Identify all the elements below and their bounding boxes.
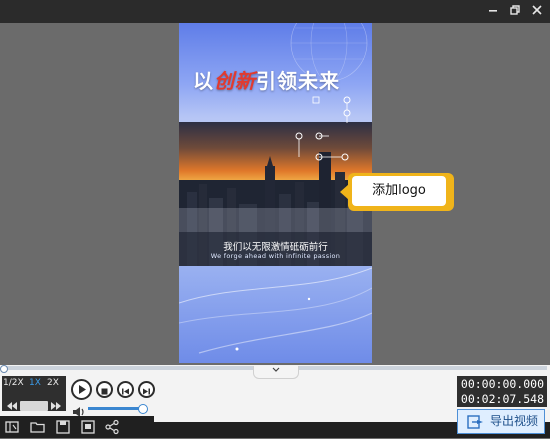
logo-placement-handles[interactable]: [179, 93, 372, 123]
collapse-toggle[interactable]: [253, 366, 299, 379]
add-logo-callout[interactable]: 添加logo: [348, 173, 454, 211]
share-icon[interactable]: [104, 419, 120, 435]
prev-frame-button[interactable]: [117, 381, 134, 398]
restore-icon[interactable]: [504, 0, 526, 23]
chevron-down-icon: [272, 367, 280, 372]
play-icon: [79, 385, 86, 394]
save-icon[interactable]: [55, 419, 71, 435]
video-subtitle-en: We forge ahead with infinite passion: [210, 252, 341, 260]
volume-slider[interactable]: [88, 407, 142, 410]
title-bar: [0, 0, 550, 23]
add-logo-label[interactable]: 添加logo: [352, 176, 446, 206]
minimize-icon[interactable]: [482, 0, 504, 23]
stop-icon: [101, 388, 108, 395]
close-icon[interactable]: [526, 0, 548, 23]
save-as-icon[interactable]: [80, 419, 96, 435]
export-icon: [467, 415, 483, 429]
next-frame-button[interactable]: [138, 381, 155, 398]
next-frame-icon: [143, 388, 150, 395]
export-video-button[interactable]: 导出视频: [457, 409, 545, 434]
speed-normal[interactable]: 1X: [25, 378, 45, 388]
open-folder-icon[interactable]: [30, 419, 46, 435]
speed-half[interactable]: 1/2X: [3, 378, 24, 388]
light-streaks: [179, 267, 372, 354]
seek-forward-icon[interactable]: [51, 402, 61, 410]
stop-button[interactable]: [96, 381, 113, 398]
current-time: 00:00:00.000: [460, 377, 544, 391]
timecode-display: 00:00:00.000 00:02:07.548: [457, 376, 547, 407]
speed-double[interactable]: 2X: [43, 378, 63, 388]
prev-frame-icon: [122, 388, 129, 395]
volume-knob[interactable]: [138, 404, 148, 414]
video-headline: 以创新引领未来: [193, 69, 340, 93]
fine-seek-row: [4, 397, 64, 411]
seek-back-icon[interactable]: [7, 402, 17, 410]
timeline-playhead[interactable]: [0, 365, 8, 373]
export-label: 导出视频: [490, 414, 539, 428]
seek-slider[interactable]: [20, 401, 48, 411]
total-time: 00:02:07.548: [460, 391, 544, 406]
clip-icon[interactable]: [4, 419, 20, 435]
play-button[interactable]: [71, 379, 92, 400]
video-subtitle-cn: 我们以无限激情砥砺前行: [223, 242, 328, 253]
